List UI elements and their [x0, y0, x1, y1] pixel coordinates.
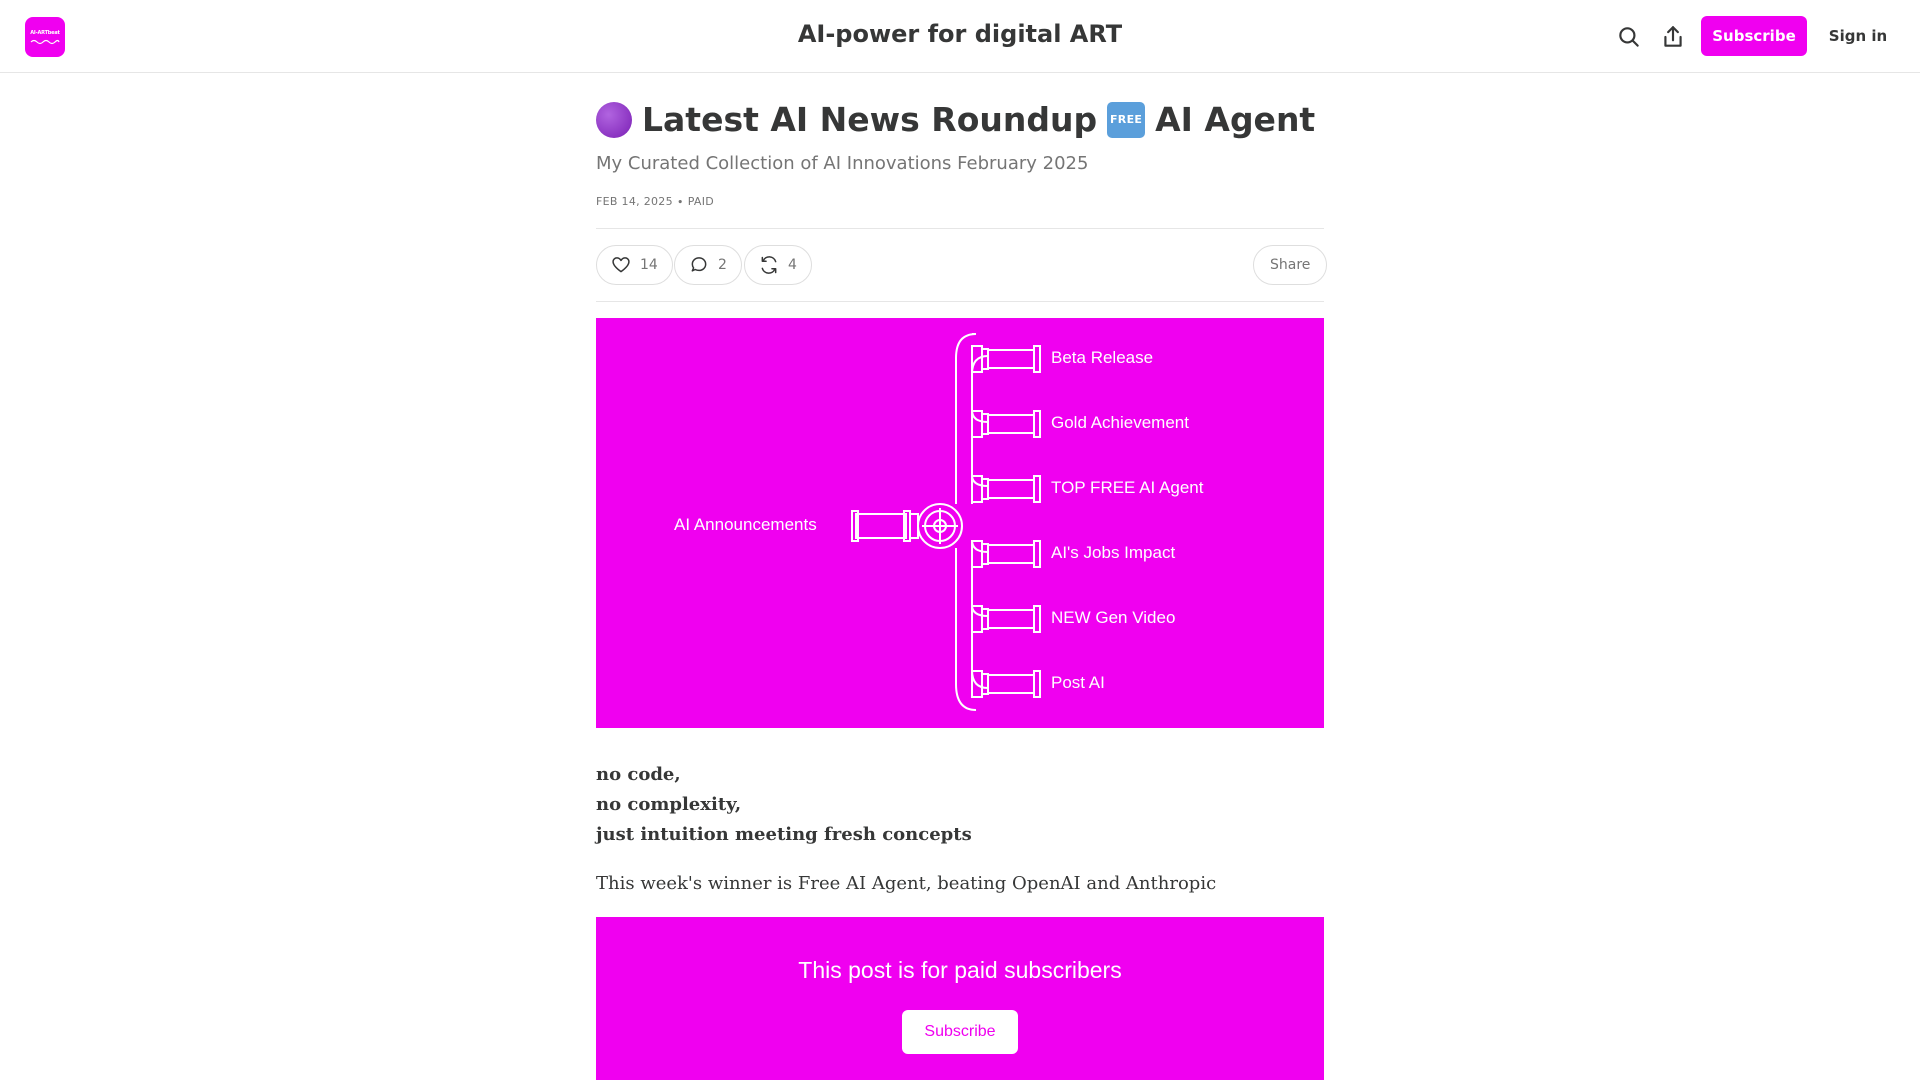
restack-count: 4: [788, 257, 797, 273]
hero-branch-label: Post AI: [1051, 673, 1105, 692]
hero-source-label: AI Announcements: [674, 515, 817, 534]
free-badge-icon: FREE: [1107, 101, 1146, 138]
like-button[interactable]: 14: [596, 245, 673, 285]
post-date: FEB 14, 2025: [596, 195, 673, 208]
body-paragraph: This week's winner is Free AI Agent, bea…: [596, 873, 1217, 894]
restack-button[interactable]: 4: [744, 245, 812, 285]
like-count: 14: [640, 257, 658, 273]
purple-circle-icon: [596, 101, 632, 138]
hero-branch-label: TOP FREE AI Agent: [1051, 478, 1204, 497]
restack-icon: [761, 256, 777, 274]
top-bar: AI-ARTbeat AI-power for digital ART Subs…: [0, 0, 1920, 73]
hero-branch-label: NEW Gen Video: [1051, 608, 1176, 627]
hero-branch-label: Gold Achievement: [1051, 413, 1189, 432]
post-meta: FEB 14, 2025 ∙ PAID: [596, 195, 714, 208]
paywall-subscribe-button[interactable]: Subscribe: [902, 1010, 1018, 1054]
post-access: PAID: [687, 195, 715, 208]
heart-icon: [612, 257, 630, 273]
paywall-box: This post is for paid subscribers Subscr…: [596, 917, 1324, 1080]
body-intro: no code, no complexity, just intuition m…: [596, 760, 972, 850]
sign-in-button[interactable]: Sign in: [1822, 16, 1894, 56]
divider-bottom: [596, 301, 1324, 302]
divider-top: [596, 228, 1324, 229]
body-line: no complexity,: [596, 794, 742, 815]
post-title-part1: Latest AI News Roundup: [642, 100, 1098, 139]
post-subtitle: My Curated Collection of AI Innovations …: [596, 153, 1089, 174]
comment-icon: [691, 257, 707, 272]
body-line: just intuition meeting fresh concepts: [596, 824, 972, 845]
subscribe-button[interactable]: Subscribe: [1701, 16, 1807, 56]
post-title: Latest AI News Roundup FREE AI Agent: [596, 100, 1396, 139]
post-title-part2: AI Agent: [1155, 100, 1316, 139]
comment-button[interactable]: 2: [674, 245, 742, 285]
comment-count: 2: [718, 257, 727, 273]
paywall-title: This post is for paid subscribers: [798, 957, 1122, 983]
search-icon[interactable]: [1616, 24, 1642, 50]
share-button[interactable]: Share: [1253, 245, 1328, 285]
share-icon[interactable]: [1660, 24, 1686, 50]
meta-separator: ∙: [676, 195, 684, 208]
hero-branch-label: Beta Release: [1051, 348, 1154, 367]
share-label: Share: [1270, 257, 1311, 273]
hero-image: AI Announcements Beta Release Gold Achie…: [596, 318, 1324, 728]
body-line: no code,: [596, 764, 681, 785]
hero-branch-label: AI's Jobs Impact: [1051, 543, 1176, 562]
